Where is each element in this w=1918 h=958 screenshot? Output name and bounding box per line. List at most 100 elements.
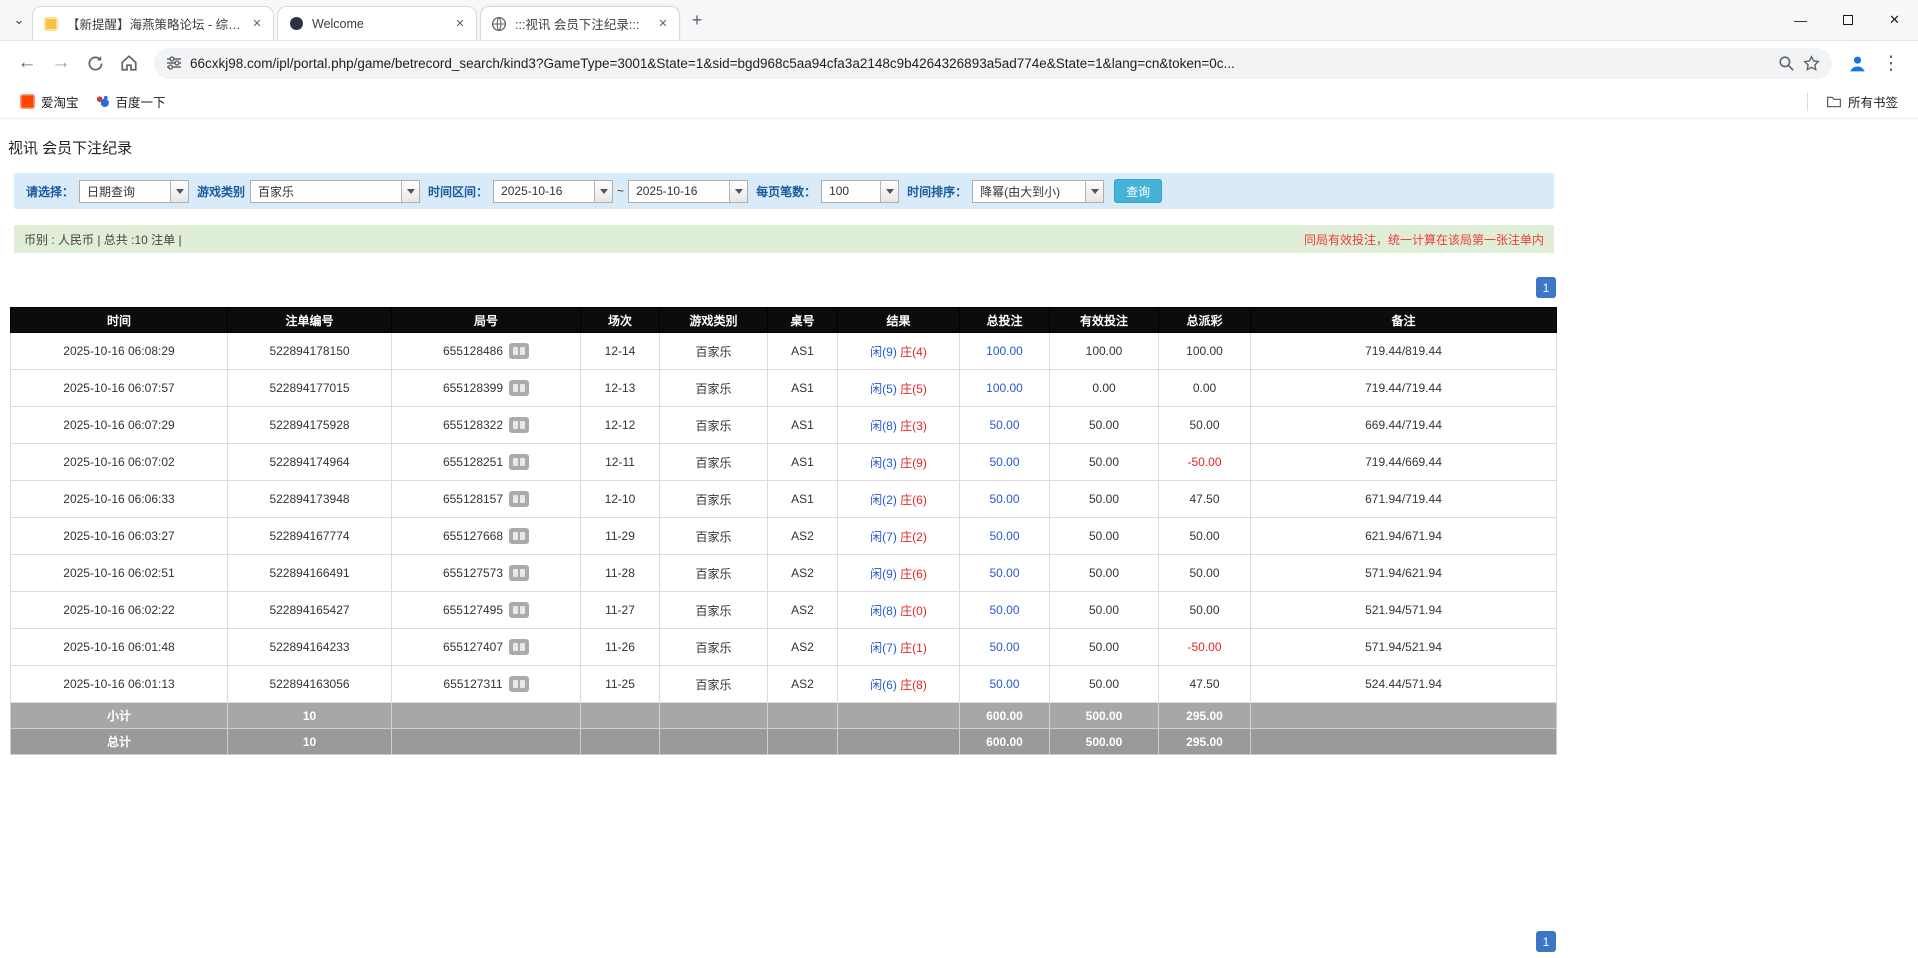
close-tab-icon[interactable]: ✕ [655, 16, 671, 32]
cell-total-bet[interactable]: 50.00 [960, 518, 1050, 555]
column-header: 游戏类别 [660, 308, 768, 333]
cell-valid-bet: 50.00 [1050, 444, 1159, 481]
date-range-tilde: ~ [617, 184, 624, 198]
tab-title: :::视讯 会员下注纪录::: [515, 14, 647, 33]
cell-total-bet[interactable]: 100.00 [960, 370, 1050, 407]
tab-forum[interactable]: 【新提醒】海燕策略论坛 - 综合… ✕ [32, 6, 274, 40]
cell-result: 闲(9) 庄(4) [838, 333, 960, 370]
profile-avatar[interactable] [1840, 46, 1874, 80]
per-page-select[interactable]: 100 [821, 180, 899, 203]
total-row: 总计10600.00500.00295.00 [11, 729, 1557, 755]
summary-cell: 600.00 [960, 703, 1050, 729]
roadmap-icon[interactable] [509, 380, 529, 396]
cell-time: 2025-10-16 06:01:13 [11, 666, 228, 703]
bookmark-label: 百度一下 [116, 92, 166, 111]
cell-payout: 0.00 [1159, 370, 1251, 407]
cell-total-bet[interactable]: 50.00 [960, 407, 1050, 444]
url-text[interactable]: 66cxkj98.com/ipl/portal.php/game/betreco… [190, 56, 1770, 71]
cell-session: 11-29 [581, 518, 660, 555]
roadmap-icon[interactable] [509, 491, 529, 507]
column-header: 总派彩 [1159, 308, 1251, 333]
chevron-down-icon[interactable] [880, 181, 898, 202]
close-tab-icon[interactable]: ✕ [452, 16, 468, 32]
zoom-icon[interactable] [1778, 55, 1795, 72]
cell-total-bet[interactable]: 50.00 [960, 555, 1050, 592]
cell-session: 12-10 [581, 481, 660, 518]
time-sort-select[interactable]: 降幂(由大到小) [972, 180, 1104, 203]
bookmark-taobao[interactable]: 爱淘宝 [12, 88, 87, 115]
cell-total-bet[interactable]: 50.00 [960, 666, 1050, 703]
roadmap-icon[interactable] [509, 528, 529, 544]
cell-total-bet[interactable]: 50.00 [960, 444, 1050, 481]
chevron-down-icon[interactable] [594, 181, 612, 202]
game-type-select[interactable]: 百家乐 [250, 180, 420, 203]
bookmark-baidu[interactable]: 百度一下 [87, 88, 174, 115]
chevron-down-icon[interactable] [401, 181, 419, 202]
page-number-button[interactable]: 1 [1536, 931, 1556, 952]
close-tab-icon[interactable]: ✕ [249, 16, 265, 32]
summary-cell: 总计 [11, 729, 228, 755]
site-settings-icon[interactable] [166, 55, 182, 71]
result-player: 闲(9) [870, 567, 897, 581]
page-title: 视讯 会员下注纪录 [8, 137, 1918, 158]
maximize-button[interactable] [1824, 0, 1871, 40]
bookmark-star-icon[interactable] [1803, 55, 1820, 72]
new-tab-button[interactable]: + [683, 6, 711, 34]
roadmap-icon[interactable] [509, 602, 529, 618]
minimize-button[interactable]: — [1777, 0, 1824, 40]
forward-icon[interactable]: → [44, 46, 78, 80]
result-player: 闲(9) [870, 345, 897, 359]
cell-table-no: AS1 [768, 481, 838, 518]
table-header-row: 时间注单编号局号场次游戏类别桌号结果总投注有效投注总派彩备注 [11, 308, 1557, 333]
summary-cell [660, 729, 768, 755]
close-window-button[interactable]: ✕ [1871, 0, 1918, 40]
roadmap-icon[interactable] [509, 343, 529, 359]
result-player: 闲(5) [870, 382, 897, 396]
tab-search-chevron-icon[interactable]: ⌄ [6, 7, 32, 33]
summary-cell [768, 703, 838, 729]
roadmap-icon[interactable] [509, 676, 529, 692]
summary-cell: 600.00 [960, 729, 1050, 755]
cell-payout: 47.50 [1159, 666, 1251, 703]
tab-bet-records[interactable]: :::视讯 会员下注纪录::: ✕ [480, 6, 680, 40]
result-banker: 庄(6) [900, 493, 927, 507]
cell-note: 571.94/621.94 [1251, 555, 1557, 592]
query-type-select[interactable]: 日期查询 [79, 180, 189, 203]
roadmap-icon[interactable] [509, 639, 529, 655]
search-button[interactable]: 查询 [1114, 179, 1162, 203]
address-bar[interactable]: 66cxkj98.com/ipl/portal.php/game/betreco… [154, 48, 1832, 79]
chevron-down-icon[interactable] [1085, 181, 1103, 202]
cell-time: 2025-10-16 06:06:33 [11, 481, 228, 518]
tab-welcome[interactable]: Welcome ✕ [277, 6, 477, 40]
roadmap-icon[interactable] [509, 454, 529, 470]
chevron-down-icon[interactable] [170, 181, 188, 202]
cell-payout: 50.00 [1159, 555, 1251, 592]
roadmap-icon[interactable] [509, 565, 529, 581]
cell-time: 2025-10-16 06:07:02 [11, 444, 228, 481]
result-banker: 庄(5) [900, 382, 927, 396]
cell-payout: 47.50 [1159, 481, 1251, 518]
cell-valid-bet: 50.00 [1050, 518, 1159, 555]
table-row: 2025-10-16 06:03:27 522894167774 6551276… [11, 518, 1557, 555]
all-bookmarks-button[interactable]: 所有书签 [1818, 88, 1906, 115]
roadmap-icon[interactable] [509, 417, 529, 433]
cell-bet-id: 522894165427 [228, 592, 392, 629]
page-number-button[interactable]: 1 [1536, 277, 1556, 298]
date-to-input[interactable]: 2025-10-16 [628, 180, 748, 203]
cell-time: 2025-10-16 06:03:27 [11, 518, 228, 555]
refresh-icon[interactable] [78, 46, 112, 80]
result-player: 闲(8) [870, 604, 897, 618]
menu-dots-icon[interactable]: ⋮ [1874, 46, 1908, 80]
back-icon[interactable]: ← [10, 46, 44, 80]
cell-total-bet[interactable]: 100.00 [960, 333, 1050, 370]
cell-total-bet[interactable]: 50.00 [960, 629, 1050, 666]
result-banker: 庄(4) [900, 345, 927, 359]
home-icon[interactable] [112, 46, 146, 80]
table-row: 2025-10-16 06:02:51 522894166491 6551275… [11, 555, 1557, 592]
chevron-down-icon[interactable] [729, 181, 747, 202]
cell-valid-bet: 50.00 [1050, 555, 1159, 592]
cell-total-bet[interactable]: 50.00 [960, 592, 1050, 629]
date-from-input[interactable]: 2025-10-16 [493, 180, 613, 203]
cell-total-bet[interactable]: 50.00 [960, 481, 1050, 518]
column-header: 总投注 [960, 308, 1050, 333]
